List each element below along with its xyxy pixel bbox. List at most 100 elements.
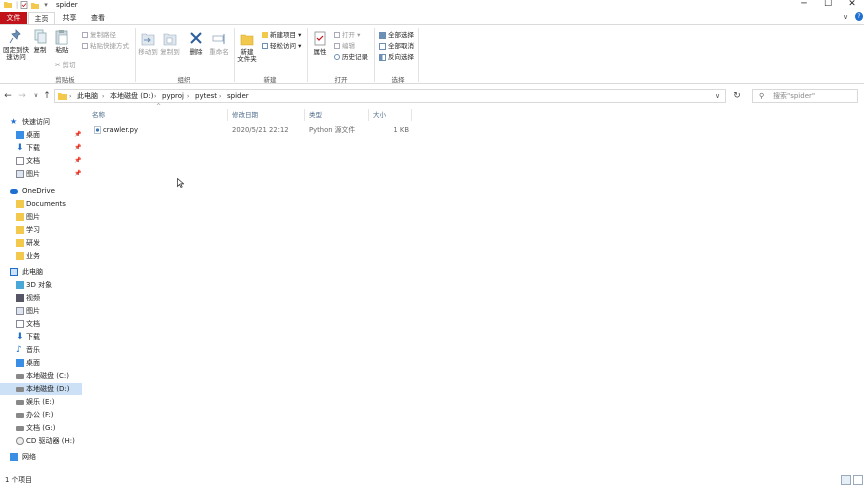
copy-path-button[interactable]: 复制路径: [82, 31, 116, 39]
pin-icon[interactable]: 📌: [74, 168, 81, 180]
column-header-date[interactable]: 修改日期: [232, 108, 306, 122]
search-input[interactable]: ⚲ 搜索"spider": [752, 89, 858, 103]
folder-icon: [16, 226, 24, 234]
paste-shortcut-button[interactable]: 粘贴快捷方式: [82, 42, 129, 50]
breadcrumb-pyproj[interactable]: pyproj: [162, 91, 184, 102]
nav-quick-downloads[interactable]: ⬇ 下载 📌: [0, 142, 82, 154]
select-none-button[interactable]: 全部取消: [379, 42, 414, 50]
pin-quick-access-button[interactable]: 固定到快 速访问: [2, 29, 30, 61]
paste-button[interactable]: 粘贴: [52, 29, 72, 54]
history-button[interactable]: 历史记录: [334, 53, 368, 61]
collapse-ribbon-icon[interactable]: ∨: [843, 13, 848, 21]
properties-quick-icon[interactable]: [20, 1, 28, 9]
nav-pc-drive-e[interactable]: 娱乐 (E:): [0, 396, 82, 408]
column-header-type[interactable]: 类型: [309, 108, 369, 122]
nav-quick-documents[interactable]: 文档 📌: [0, 155, 82, 167]
title-bar: | ▾ spider ─ ☐ ✕: [0, 0, 864, 11]
nav-pc-drive-g[interactable]: 文档 (G:): [0, 422, 82, 434]
pin-icon[interactable]: 📌: [74, 142, 81, 154]
nav-onedrive-study[interactable]: 学习: [0, 224, 82, 236]
breadcrumb-chevron-icon[interactable]: ›: [102, 91, 104, 102]
new-item-label: 新建项目: [270, 31, 296, 39]
breadcrumb-chevron-icon[interactable]: ›: [187, 91, 189, 102]
pin-icon[interactable]: 📌: [74, 129, 81, 141]
close-button[interactable]: ✕: [838, 0, 864, 10]
nav-pc-drive-c[interactable]: 本地磁盘 (C:): [0, 370, 82, 382]
nav-pc-documents[interactable]: 文档: [0, 318, 82, 330]
tab-share[interactable]: 共享: [56, 12, 83, 24]
new-folder-button[interactable]: 新建 文件夹: [236, 31, 258, 63]
nav-pc-drive-h[interactable]: CD 驱动器 (H:): [0, 435, 82, 447]
table-row[interactable]: crawler.py 2020/5/21 22:12 Python 源文件 1 …: [90, 124, 412, 136]
details-view-icon[interactable]: [841, 475, 851, 485]
forward-arrow-icon[interactable]: →: [17, 90, 27, 102]
nav-quick-desktop[interactable]: 桌面 📌: [0, 129, 82, 141]
recent-locations-chevron-icon[interactable]: ∨: [31, 90, 41, 102]
easy-access-button[interactable]: 轻松访问 ▾: [262, 42, 301, 50]
column-divider[interactable]: [368, 109, 369, 121]
drive-icon: [16, 400, 24, 405]
column-header-size[interactable]: 大小: [373, 108, 413, 122]
nav-label: 3D 对象: [26, 281, 53, 289]
customize-quick-access-icon[interactable]: ▾: [42, 1, 50, 9]
breadcrumb-spider[interactable]: spider: [227, 91, 249, 102]
breadcrumb-chevron-icon[interactable]: ›: [69, 91, 71, 102]
back-arrow-icon[interactable]: ←: [3, 90, 13, 102]
nav-pc-downloads[interactable]: ⬇ 下载: [0, 331, 82, 343]
move-to-button[interactable]: 移动到: [138, 31, 158, 56]
nav-quick-access[interactable]: ★ 快速访问: [0, 116, 82, 128]
invert-selection-button[interactable]: 反向选择: [379, 53, 414, 61]
pin-icon[interactable]: 📌: [74, 155, 81, 167]
tab-home[interactable]: 主页: [28, 12, 55, 24]
edit-button[interactable]: 编辑: [334, 42, 355, 50]
refresh-icon[interactable]: ↻: [732, 90, 742, 102]
open-button[interactable]: 打开 ▾: [334, 31, 360, 39]
cut-button[interactable]: ✂ 剪切: [55, 61, 75, 69]
ribbon: 固定到快 速访问 复制 粘贴 复制路径 粘贴快捷方式 ✂ 剪切 剪贴板 移动到 复…: [0, 24, 864, 84]
nav-onedrive-pictures[interactable]: 图片: [0, 211, 82, 223]
breadcrumb-chevron-icon[interactable]: ›: [219, 91, 221, 102]
nav-pc-pictures[interactable]: 图片: [0, 305, 82, 317]
new-item-button[interactable]: 新建项目 ▾: [262, 31, 301, 39]
nav-pc-drive-f[interactable]: 办公 (F:): [0, 409, 82, 421]
properties-button[interactable]: 属性: [310, 31, 330, 56]
new-folder-quick-icon[interactable]: [31, 1, 39, 9]
drive-icon: [16, 374, 24, 379]
copy-to-button[interactable]: 复制到: [160, 31, 180, 56]
column-divider[interactable]: [304, 109, 305, 121]
delete-button[interactable]: 删除: [186, 31, 206, 56]
picture-icon: [16, 170, 24, 178]
help-icon[interactable]: ?: [855, 12, 863, 21]
nav-onedrive-rnd[interactable]: 研发: [0, 237, 82, 249]
address-dropdown-chevron-icon[interactable]: ∨: [715, 91, 720, 102]
column-divider[interactable]: [227, 109, 228, 121]
nav-pc-desktop[interactable]: 桌面: [0, 357, 82, 369]
nav-this-pc[interactable]: 此电脑: [0, 266, 82, 278]
nav-onedrive-business[interactable]: 业务: [0, 250, 82, 262]
address-path-box[interactable]: › 此电脑 › 本地磁盘 (D:) › pyproj › pytest › sp…: [54, 89, 726, 103]
nav-label: 网络: [22, 453, 36, 461]
history-label: 历史记录: [342, 53, 368, 61]
tab-view[interactable]: 查看: [84, 12, 112, 24]
column-header-name[interactable]: 名称: [92, 108, 230, 122]
large-icons-view-icon[interactable]: [853, 475, 863, 485]
column-divider[interactable]: [411, 109, 412, 121]
nav-onedrive[interactable]: OneDrive: [0, 185, 82, 197]
tab-file[interactable]: 文件: [0, 12, 27, 24]
nav-network[interactable]: 网络: [0, 451, 82, 463]
nav-onedrive-documents[interactable]: Documents: [0, 198, 82, 210]
copy-button[interactable]: 复制: [30, 29, 50, 54]
nav-quick-pictures[interactable]: 图片 📌: [0, 168, 82, 180]
breadcrumb-this-pc[interactable]: 此电脑: [77, 91, 98, 102]
nav-pc-3d-objects[interactable]: 3D 对象: [0, 279, 82, 291]
nav-pc-videos[interactable]: 视频: [0, 292, 82, 304]
up-arrow-icon[interactable]: ↑: [42, 90, 52, 102]
select-all-button[interactable]: 全部选择: [379, 31, 414, 39]
breadcrumb-chevron-icon[interactable]: ›: [154, 91, 156, 102]
file-name: crawler.py: [103, 126, 138, 134]
rename-button[interactable]: 重命名: [208, 31, 230, 56]
breadcrumb-drive-d[interactable]: 本地磁盘 (D:): [110, 91, 153, 102]
nav-pc-drive-d[interactable]: 本地磁盘 (D:): [0, 383, 82, 395]
breadcrumb-pytest[interactable]: pytest: [195, 91, 217, 102]
nav-pc-music[interactable]: ♪ 音乐: [0, 344, 82, 356]
